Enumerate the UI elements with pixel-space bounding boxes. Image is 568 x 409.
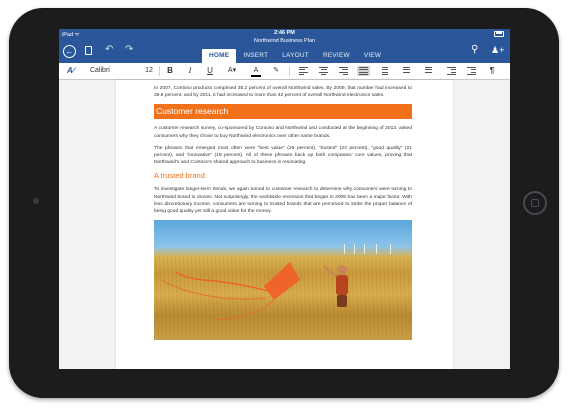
styles-icon[interactable]: A∕ bbox=[67, 63, 74, 79]
font-name-selector[interactable]: Calibri bbox=[90, 63, 110, 79]
screen: iPad ᯤ 2:46 PM Northwind Business Plan ←… bbox=[59, 29, 510, 369]
tab-view[interactable]: VIEW bbox=[357, 49, 388, 63]
align-center-icon[interactable] bbox=[319, 67, 328, 76]
status-bar: iPad ᯤ 2:46 PM bbox=[59, 29, 510, 38]
italic-button[interactable]: I bbox=[185, 63, 195, 79]
heading-trusted-brand: A trusted brand bbox=[154, 171, 205, 181]
document-content: In 2007, Contoso products comprised 35.2… bbox=[154, 85, 412, 341]
clock: 2:46 PM bbox=[274, 30, 295, 36]
underline-button[interactable]: U bbox=[205, 63, 215, 79]
redo-icon[interactable]: ↷ bbox=[125, 44, 133, 56]
heading-customer-research: Customer research bbox=[154, 104, 412, 120]
toolbar-divider bbox=[159, 66, 160, 76]
undo-icon[interactable]: ↶ bbox=[105, 44, 113, 56]
numbered-list-icon[interactable] bbox=[423, 67, 432, 75]
paragraph-mark-button[interactable]: ¶ bbox=[487, 63, 497, 79]
kite bbox=[161, 262, 300, 321]
wheat-field-kite-photo[interactable] bbox=[154, 220, 412, 341]
font-color-button[interactable]: A bbox=[250, 63, 262, 79]
front-camera bbox=[33, 198, 39, 204]
decrease-indent-icon[interactable] bbox=[447, 67, 456, 76]
toolbar-divider bbox=[289, 66, 290, 76]
highlighter-icon[interactable]: ✎ bbox=[270, 63, 282, 79]
font-size-adjust-button[interactable]: A▾ bbox=[225, 63, 239, 79]
justify-icon[interactable] bbox=[357, 66, 370, 76]
share-person-icon[interactable]: ♟+ bbox=[491, 44, 504, 56]
paragraph-trends: To investigate longer-term trends, we ag… bbox=[154, 187, 412, 215]
child-figure bbox=[323, 265, 348, 308]
intro-paragraph: In 2007, Contoso products comprised 35.2… bbox=[154, 86, 412, 99]
tab-review[interactable]: REVIEW bbox=[316, 49, 357, 63]
ribbon: Northwind Business Plan ← ↶ ↷ HOME INSER… bbox=[59, 37, 510, 63]
tab-insert[interactable]: INSERT bbox=[236, 49, 275, 63]
ribbon-tabs: HOME INSERT LAYOUT REVIEW VIEW bbox=[202, 49, 388, 63]
back-arrow-icon[interactable]: ← bbox=[63, 45, 76, 58]
document-page[interactable]: In 2007, Contoso products comprised 35.2… bbox=[116, 80, 453, 369]
search-icon[interactable]: ⚲ bbox=[471, 44, 478, 56]
increase-indent-icon[interactable] bbox=[467, 67, 476, 76]
line-spacing-icon[interactable] bbox=[379, 67, 388, 76]
tab-home[interactable]: HOME bbox=[202, 49, 237, 63]
tab-layout[interactable]: LAYOUT bbox=[275, 49, 316, 63]
home-button[interactable] bbox=[523, 191, 547, 215]
formatting-toolbar: A∕ Calibri 12 B I U A▾ A ✎ ¶ bbox=[59, 63, 510, 80]
font-size-selector[interactable]: 12 bbox=[143, 63, 155, 79]
paragraph-survey: A customer research survey, co-sponsored… bbox=[154, 126, 412, 139]
paragraph-phrases: The phrases that emerged most often were… bbox=[154, 145, 412, 166]
photo-subjects bbox=[161, 262, 348, 321]
bulleted-list-icon[interactable] bbox=[401, 67, 410, 75]
align-left-icon[interactable] bbox=[299, 67, 308, 76]
bold-button[interactable]: B bbox=[165, 63, 175, 79]
file-icon[interactable] bbox=[85, 46, 92, 55]
battery-icon bbox=[494, 30, 504, 37]
align-right-icon[interactable] bbox=[339, 67, 348, 76]
